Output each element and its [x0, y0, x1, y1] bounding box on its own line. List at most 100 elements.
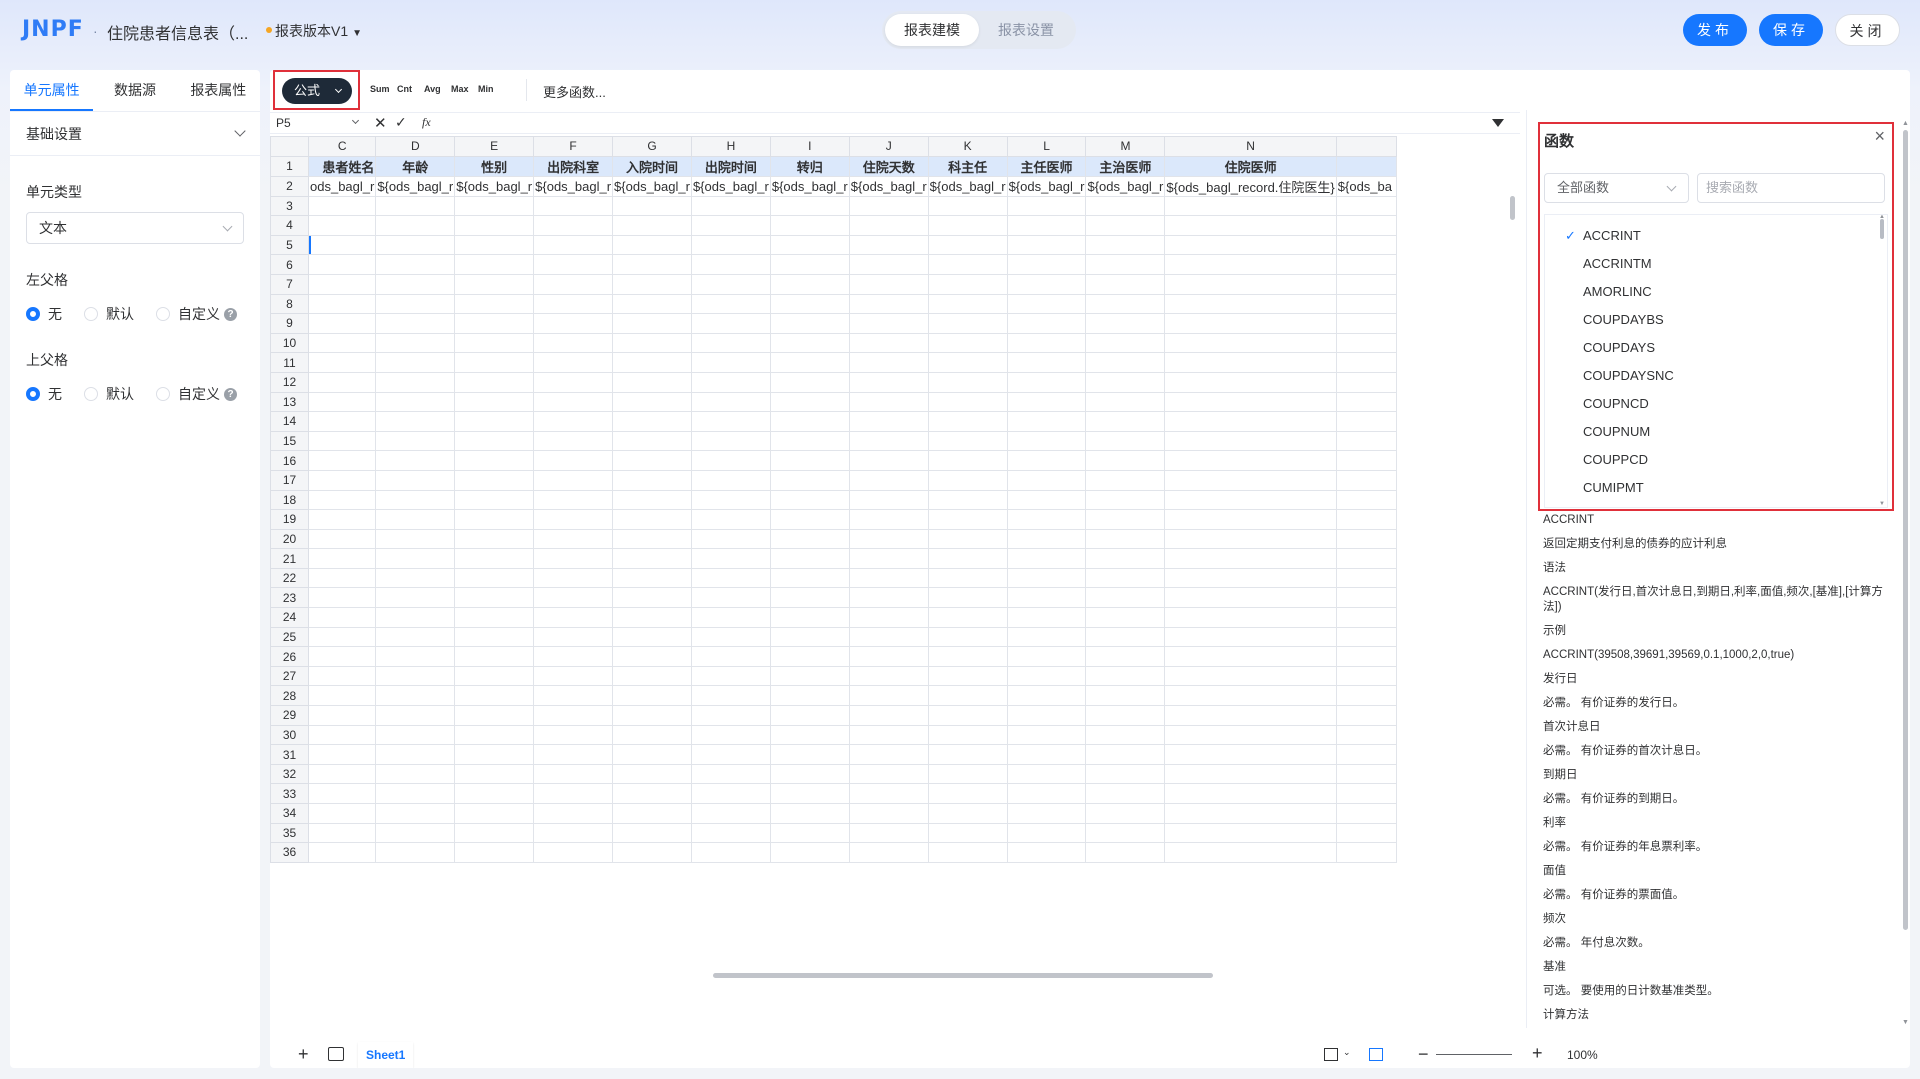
empty-cell[interactable]	[307, 567, 377, 589]
function-item[interactable]: COUPDAYS	[1545, 334, 1887, 362]
value-cell[interactable]: ${ods_bagl_r	[848, 175, 929, 197]
empty-cell[interactable]	[1085, 489, 1166, 511]
empty-cell[interactable]	[769, 293, 850, 315]
empty-cell[interactable]	[1085, 626, 1166, 648]
left-parent-radio-default[interactable]: 默认	[84, 304, 134, 324]
empty-cell[interactable]	[454, 822, 535, 844]
empty-cell[interactable]	[769, 450, 850, 471]
empty-cell[interactable]	[1006, 646, 1087, 667]
tab-report-properties[interactable]: 报表属性	[177, 70, 260, 111]
empty-cell[interactable]	[375, 587, 456, 609]
empty-cell[interactable]	[307, 646, 377, 667]
value-cell[interactable]: ${ods_bagl_r	[533, 175, 614, 197]
empty-cell[interactable]	[1085, 313, 1166, 334]
empty-cell[interactable]	[769, 783, 850, 804]
close-icon[interactable]: ×	[1874, 126, 1885, 147]
empty-cell[interactable]	[533, 763, 614, 785]
empty-cell[interactable]	[769, 803, 850, 824]
empty-cell[interactable]	[375, 646, 456, 667]
empty-cell[interactable]	[848, 803, 929, 824]
empty-cell[interactable]	[307, 489, 377, 511]
empty-cell[interactable]	[533, 587, 614, 609]
header-cell[interactable]: 住院天数	[848, 155, 929, 177]
empty-cell[interactable]	[1164, 705, 1337, 726]
empty-cell[interactable]	[375, 842, 456, 863]
empty-cell[interactable]	[1006, 842, 1087, 863]
empty-cell[interactable]	[612, 509, 692, 530]
empty-cell[interactable]	[848, 822, 929, 844]
empty-cell[interactable]	[375, 352, 456, 373]
empty-cell[interactable]	[375, 371, 456, 393]
empty-cell[interactable]	[1006, 234, 1087, 256]
empty-cell[interactable]	[927, 665, 1008, 687]
empty-cell[interactable]	[533, 528, 614, 550]
empty-cell[interactable]	[848, 607, 929, 628]
empty-cell[interactable]	[848, 352, 929, 373]
empty-cell[interactable]	[690, 607, 771, 628]
insert-function-icon[interactable]: fx	[422, 115, 431, 130]
function-item[interactable]: COUPDAYBS	[1545, 306, 1887, 334]
empty-cell[interactable]	[533, 391, 614, 413]
empty-cell[interactable]	[769, 842, 850, 863]
row-header[interactable]: 13	[270, 391, 309, 413]
value-cell[interactable]: ${ods_bagl_r	[1006, 175, 1087, 197]
function-item[interactable]: ACCRINTM	[1545, 250, 1887, 278]
empty-cell[interactable]	[1006, 744, 1087, 765]
empty-cell[interactable]	[1085, 705, 1166, 726]
empty-cell[interactable]	[1006, 352, 1087, 373]
row-header[interactable]: 20	[270, 528, 309, 550]
empty-cell[interactable]	[927, 705, 1008, 726]
empty-cell[interactable]	[1164, 293, 1337, 315]
column-header[interactable]: D	[375, 136, 456, 157]
empty-cell[interactable]	[454, 195, 535, 217]
empty-cell[interactable]	[307, 411, 377, 432]
empty-cell[interactable]	[375, 548, 456, 569]
empty-cell[interactable]	[454, 842, 535, 863]
empty-cell[interactable]	[690, 528, 771, 550]
vertical-scrollbar[interactable]	[1510, 196, 1515, 220]
value-cell[interactable]: ${ods_bagl_r	[769, 175, 850, 197]
empty-cell[interactable]	[454, 234, 535, 256]
row-header[interactable]: 7	[270, 273, 309, 295]
empty-cell[interactable]	[375, 665, 456, 687]
empty-cell[interactable]	[533, 803, 614, 824]
empty-cell[interactable]	[769, 685, 850, 707]
tab-report-modeling[interactable]: 报表建模	[885, 14, 979, 46]
empty-cell[interactable]	[375, 293, 456, 315]
empty-cell[interactable]	[848, 783, 929, 804]
scroll-down-icon[interactable]: ▼	[1879, 501, 1885, 507]
empty-cell[interactable]	[454, 626, 535, 648]
empty-cell[interactable]	[927, 450, 1008, 471]
empty-cell[interactable]	[1335, 509, 1397, 530]
empty-cell[interactable]	[454, 332, 535, 354]
count-button[interactable]: Cnt	[397, 84, 412, 94]
empty-cell[interactable]	[1164, 195, 1337, 217]
empty-cell[interactable]	[533, 293, 614, 315]
empty-cell[interactable]	[1085, 234, 1166, 256]
empty-cell[interactable]	[307, 607, 377, 628]
expand-formula-bar-icon[interactable]	[1492, 119, 1504, 127]
empty-cell[interactable]	[927, 195, 1008, 217]
empty-cell[interactable]	[375, 724, 456, 746]
empty-cell[interactable]	[848, 724, 929, 746]
empty-cell[interactable]	[454, 567, 535, 589]
empty-cell[interactable]	[612, 293, 692, 315]
empty-cell[interactable]	[769, 391, 850, 413]
empty-cell[interactable]	[1164, 646, 1337, 667]
empty-cell[interactable]	[769, 195, 850, 217]
empty-cell[interactable]	[533, 607, 614, 628]
empty-cell[interactable]	[307, 195, 377, 217]
empty-cell[interactable]	[690, 587, 771, 609]
empty-cell[interactable]	[375, 567, 456, 589]
empty-cell[interactable]	[769, 509, 850, 530]
empty-cell[interactable]	[848, 254, 929, 275]
empty-cell[interactable]	[690, 332, 771, 354]
empty-cell[interactable]	[533, 705, 614, 726]
empty-cell[interactable]	[1164, 430, 1337, 452]
more-functions-button[interactable]: 更多函数...	[543, 82, 606, 101]
empty-cell[interactable]	[927, 803, 1008, 824]
empty-cell[interactable]	[1164, 763, 1337, 785]
empty-cell[interactable]	[848, 509, 929, 530]
empty-cell[interactable]	[454, 391, 535, 413]
empty-cell[interactable]	[769, 528, 850, 550]
